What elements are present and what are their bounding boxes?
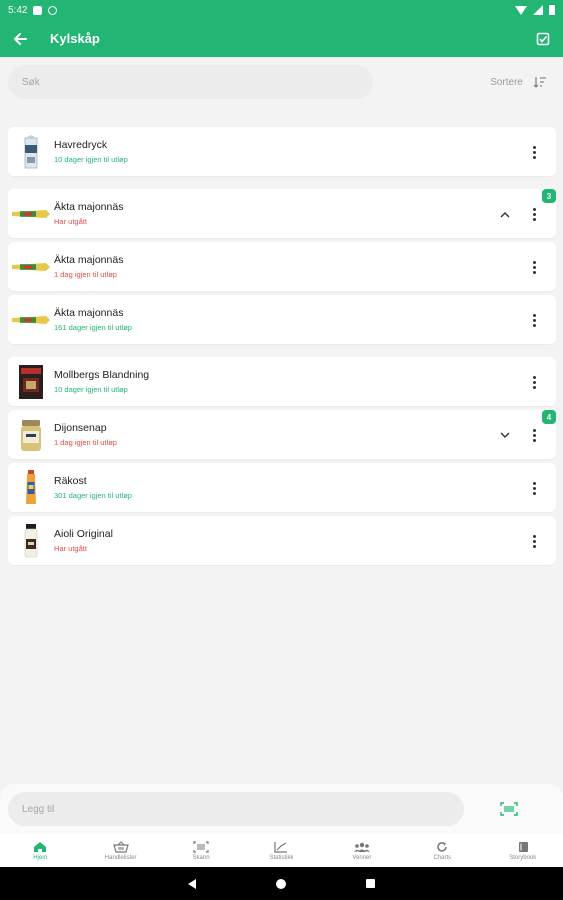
mayonnaise-tube-icon (8, 242, 54, 291)
item-expiry: 1 dag igjen til utløp (54, 438, 117, 447)
item-menu-button[interactable] (526, 532, 542, 550)
nav-charts[interactable]: Charts (402, 834, 482, 867)
nav-label: Statistikk (269, 854, 294, 861)
system-home-button[interactable] (276, 878, 286, 889)
nav-label: Storybook (509, 854, 537, 861)
chart-icon (274, 841, 288, 853)
home-icon (34, 841, 47, 852)
people-icon (353, 842, 370, 852)
scan-barcode-button[interactable] (498, 798, 520, 820)
refresh-icon (437, 841, 448, 852)
list-item[interactable]: Mollbergs Blandning 10 dager igjen til u… (8, 357, 556, 406)
aioli-bottle-icon (8, 516, 54, 565)
item-name: Äkta majonnäs (54, 254, 124, 266)
nav-label: Hjem (33, 854, 48, 861)
list-item[interactable]: Äkta majonnäs 1 dag igjen til utløp (8, 242, 556, 291)
item-expiry: Har utgått (54, 217, 87, 226)
barcode-icon (193, 840, 209, 853)
system-navigation-bar (0, 867, 563, 900)
app-bar: Kylskåp (0, 20, 563, 57)
item-list: Havredryck 10 dager igjen til utløp Äkta… (8, 127, 556, 569)
item-menu-button[interactable] (526, 373, 542, 391)
nav-statistics[interactable]: Statistikk (241, 834, 321, 867)
search-box (8, 65, 373, 99)
oat-drink-carton-icon (8, 127, 54, 176)
bottom-navigation: Hjem Handlelister Skann Statistikk Venne… (0, 834, 563, 867)
item-expiry: 161 dager igjen til utløp (54, 323, 132, 332)
signal-icon (533, 5, 543, 15)
arrow-left-icon (14, 32, 27, 45)
mustard-jar-icon (8, 410, 54, 459)
item-expiry: Har utgått (54, 544, 87, 553)
item-expiry: 10 dager igjen til utløp (54, 155, 128, 164)
add-item-box (8, 792, 464, 826)
battery-icon (549, 5, 555, 15)
list-item[interactable]: Äkta majonnäs 161 dager igjen til utløp (8, 295, 556, 344)
coffee-box-icon (8, 357, 54, 406)
list-item-group-header[interactable]: Dijonsenap 1 dag igjen til utløp 4 (8, 410, 556, 459)
mayonnaise-tube-icon (8, 295, 54, 344)
book-icon (518, 841, 528, 852)
add-item-bar (0, 784, 563, 834)
nav-scan[interactable]: Skann (161, 834, 241, 867)
count-badge: 3 (542, 189, 556, 203)
sort-label: Sortere (490, 76, 523, 88)
status-bar: 5:42 (0, 0, 563, 20)
expand-button[interactable] (498, 428, 512, 442)
item-name: Aioli Original (54, 528, 113, 540)
item-menu-button[interactable] (526, 426, 542, 444)
collapse-button[interactable] (498, 207, 512, 221)
checkbox-icon (536, 32, 550, 45)
item-name: Äkta majonnäs (54, 201, 124, 213)
item-name: Äkta majonnäs (54, 307, 124, 319)
item-menu-button[interactable] (526, 143, 542, 161)
item-expiry: 301 dager igjen til utløp (54, 491, 132, 500)
chevron-down-icon (500, 432, 510, 438)
list-item[interactable]: Aioli Original Har utgått (8, 516, 556, 565)
status-time: 5:42 (8, 4, 28, 16)
add-item-input[interactable] (22, 803, 464, 815)
wifi-icon (515, 5, 527, 15)
nav-friends[interactable]: Venner (322, 834, 402, 867)
back-button[interactable] (10, 29, 30, 49)
item-expiry: 10 dager igjen til utløp (54, 385, 128, 394)
mayonnaise-tube-icon (8, 189, 54, 238)
item-name: Mollbergs Blandning (54, 369, 150, 381)
list-item[interactable]: Havredryck 10 dager igjen til utløp (8, 127, 556, 176)
item-menu-button[interactable] (526, 479, 542, 497)
cheese-spread-tube-icon (8, 463, 54, 512)
count-badge: 4 (542, 410, 556, 424)
system-back-button[interactable] (188, 878, 196, 889)
item-name: Räkost (54, 475, 87, 487)
nav-home[interactable]: Hjem (0, 834, 80, 867)
barcode-scan-icon (500, 802, 518, 816)
sort-icon (533, 77, 546, 88)
item-menu-button[interactable] (526, 205, 542, 223)
nav-label: Charts (433, 854, 452, 861)
nav-shopping-lists[interactable]: Handlelister (80, 834, 160, 867)
select-mode-button[interactable] (533, 29, 553, 49)
item-menu-button[interactable] (526, 311, 542, 329)
search-row: Sortere (8, 65, 555, 99)
basket-icon (112, 840, 129, 853)
chevron-up-icon (500, 211, 510, 217)
item-expiry: 1 dag igjen til utløp (54, 270, 117, 279)
nav-label: Handlelister (104, 854, 137, 861)
sort-button[interactable]: Sortere (490, 76, 555, 88)
nav-label: Skann (192, 854, 210, 861)
list-item-group-header[interactable]: Äkta majonnäs Har utgått 3 (8, 189, 556, 238)
nav-label: Venner (352, 854, 372, 861)
notification-icon (33, 5, 43, 15)
item-name: Dijonsenap (54, 422, 107, 434)
sync-icon (48, 5, 58, 15)
page-title: Kylskåp (50, 31, 100, 46)
nav-storybook[interactable]: Storybook (483, 834, 563, 867)
item-menu-button[interactable] (526, 258, 542, 276)
system-recents-button[interactable] (366, 879, 375, 888)
list-item[interactable]: Räkost 301 dager igjen til utløp (8, 463, 556, 512)
search-input[interactable] (22, 76, 373, 88)
item-name: Havredryck (54, 139, 108, 151)
